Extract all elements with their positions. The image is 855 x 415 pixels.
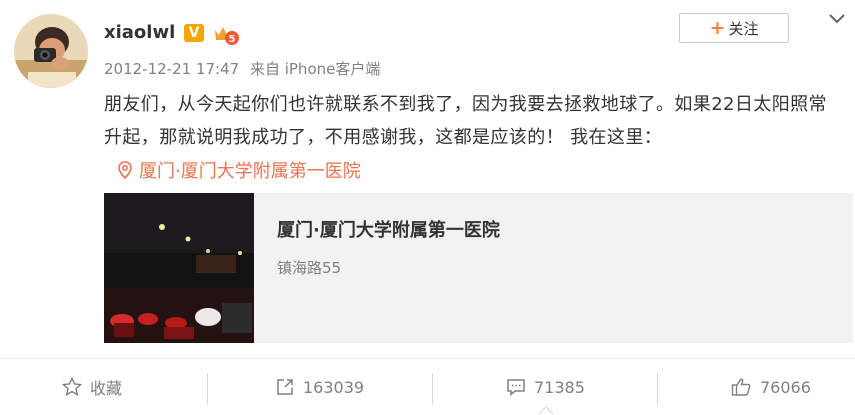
post-date[interactable]: 2012-12-21 17:47	[104, 60, 239, 78]
like-count: 76066	[760, 377, 811, 397]
repost-count: 163039	[303, 377, 365, 397]
like-button[interactable]: 76066	[731, 359, 811, 415]
location-text: 厦门·厦门大学附属第一医院	[139, 161, 361, 182]
vip-level: 5	[229, 34, 236, 45]
location-link[interactable]: 厦门·厦门大学附属第一医院	[118, 155, 361, 185]
verified-v-icon: V	[184, 24, 204, 42]
comment-count: 71385	[534, 377, 585, 397]
share-icon	[277, 379, 293, 395]
card-title: 厦门·厦门大学附属第一医院	[277, 220, 500, 241]
chevron-down-icon[interactable]	[828, 13, 846, 25]
favorite-button[interactable]: 收藏	[62, 359, 122, 415]
thumbs-up-icon	[731, 378, 751, 396]
plus-icon: +	[709, 16, 726, 39]
location-card[interactable]: 厦门·厦门大学附属第一医院 镇海路55	[104, 193, 853, 343]
vip-crown-icon: 5	[212, 24, 240, 46]
location-pin-icon	[118, 161, 132, 179]
divider	[657, 373, 658, 405]
post-meta: 2012-12-21 17:47 来自 iPhone客户端	[104, 58, 386, 79]
star-icon	[62, 377, 82, 396]
repost-button[interactable]: 163039	[275, 359, 364, 415]
favorite-label: 收藏	[90, 379, 123, 398]
location-photo	[104, 193, 254, 343]
comment-icon	[507, 379, 525, 397]
divider	[432, 373, 433, 405]
action-bar: 收藏 163039 71385 76066	[0, 359, 855, 415]
post-source: 来自 iPhone客户端	[249, 60, 381, 78]
divider	[207, 373, 208, 405]
comment-pointer	[538, 406, 554, 415]
avatar[interactable]	[14, 14, 88, 88]
post-text: 朋友们，从今天起你们也许就联系不到我了，因为我要去拯救地球了。如果22日太阳照常…	[104, 94, 827, 148]
follow-label: 关注	[728, 19, 759, 38]
username[interactable]: xiaolwl	[104, 22, 175, 43]
avatar-photo	[14, 14, 88, 88]
card-address: 镇海路55	[277, 259, 342, 277]
follow-button[interactable]: + 关注	[679, 13, 789, 43]
